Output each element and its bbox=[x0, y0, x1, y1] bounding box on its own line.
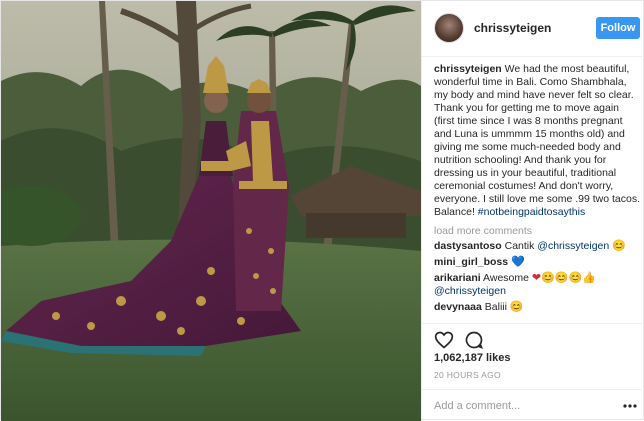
comment-username[interactable]: mini_girl_boss bbox=[434, 256, 508, 268]
post-sidebar: chrissyteigen Follow chrissyteigen We ha… bbox=[421, 1, 644, 421]
comments-list[interactable]: chrissyteigen We had the most beautiful,… bbox=[434, 63, 640, 321]
comment-icon[interactable] bbox=[464, 330, 484, 350]
post-actions bbox=[422, 323, 644, 353]
instagram-post: chrissyteigen Follow chrissyteigen We ha… bbox=[0, 0, 644, 421]
comment-item: devynaaa Baliii 😊 bbox=[434, 301, 640, 314]
likes-count[interactable]: 1,062,187 likes bbox=[434, 352, 510, 364]
smile-emoji-icon: 😊 bbox=[612, 240, 626, 252]
heart-icon[interactable] bbox=[434, 330, 454, 350]
comment-item: arikariani Awesome ❤😊😊😊👍 @chrissyteigen bbox=[434, 272, 640, 298]
comment-username[interactable]: dastysantoso bbox=[434, 240, 502, 252]
follow-button[interactable]: Follow bbox=[596, 17, 640, 39]
blue-heart-emoji-icon: 💙 bbox=[511, 256, 525, 268]
comment-item: mini_girl_boss 💙 bbox=[434, 256, 640, 269]
comment-item: dastysantoso Cantik @chrissyteigen 😊 bbox=[434, 240, 640, 253]
post-header: chrissyteigen Follow bbox=[422, 1, 644, 57]
post-author-username[interactable]: chrissyteigen bbox=[474, 21, 551, 35]
add-comment-row bbox=[422, 389, 644, 421]
smile-emoji-icon: 😊 bbox=[509, 301, 524, 313]
comment-text: Baliii bbox=[484, 301, 510, 313]
caption-username[interactable]: chrissyteigen bbox=[434, 63, 502, 75]
caption-hashtag[interactable]: #notbeingpaidtosaythis bbox=[478, 206, 585, 218]
load-more-comments-link[interactable]: load more comments bbox=[434, 225, 640, 238]
comment-mention[interactable]: @chrissyteigen bbox=[537, 240, 609, 252]
caption: chrissyteigen We had the most beautiful,… bbox=[434, 63, 640, 219]
heart-smile-emoji-icon: ❤😊😊😊👍 bbox=[531, 272, 596, 284]
comment-username[interactable]: devynaaa bbox=[434, 301, 482, 313]
photo-illustration bbox=[1, 1, 421, 421]
comment-text: Cantik bbox=[504, 240, 538, 252]
post-timestamp[interactable]: 20 HOURS AGO bbox=[434, 370, 501, 380]
comment-mention[interactable]: @chrissyteigen bbox=[434, 285, 506, 297]
avatar[interactable] bbox=[434, 13, 464, 43]
more-options-icon[interactable] bbox=[622, 400, 638, 412]
caption-text: We had the most beautiful, wonderful tim… bbox=[434, 63, 640, 218]
post-photo[interactable] bbox=[1, 1, 421, 421]
comment-text: Awesome bbox=[483, 272, 532, 284]
comment-username[interactable]: arikariani bbox=[434, 272, 481, 284]
add-comment-input[interactable] bbox=[434, 397, 610, 415]
